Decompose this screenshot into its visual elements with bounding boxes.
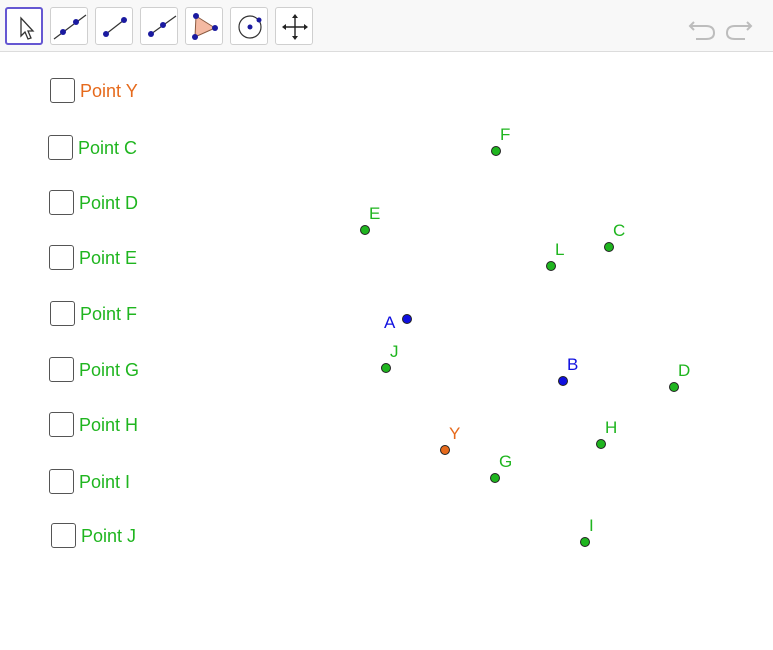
graphics-view[interactable] xyxy=(0,53,773,650)
segment-icon xyxy=(103,17,127,37)
point-label: Y xyxy=(449,424,461,443)
point-label: G xyxy=(499,452,513,471)
move-graphics-view-icon xyxy=(282,14,308,40)
point-label: I xyxy=(589,516,594,535)
line-through-points-icon xyxy=(53,14,87,40)
point-marker[interactable] xyxy=(669,382,679,392)
point-marker[interactable] xyxy=(491,146,501,156)
redo-button[interactable] xyxy=(721,12,755,42)
tool-move[interactable] xyxy=(5,7,43,45)
tool-move-graphics-view[interactable] xyxy=(275,7,313,45)
tool-polygon[interactable] xyxy=(185,7,223,45)
point-label: E xyxy=(369,204,381,223)
point-label: C xyxy=(613,221,626,240)
point-marker[interactable] xyxy=(558,376,568,386)
point-marker[interactable] xyxy=(402,314,412,324)
ray-icon xyxy=(148,15,177,37)
undo-icon xyxy=(688,21,716,40)
toolbar xyxy=(0,0,773,52)
point-marker[interactable] xyxy=(604,242,614,252)
point-label: F xyxy=(500,125,511,144)
polygon-icon xyxy=(192,13,218,40)
point-label: H xyxy=(605,418,618,437)
point-label: J xyxy=(390,342,399,361)
point-label: D xyxy=(678,361,691,380)
point-label: L xyxy=(555,240,565,259)
point-marker[interactable] xyxy=(381,363,391,373)
point-marker[interactable] xyxy=(440,445,450,455)
circle-center-point-icon xyxy=(238,15,262,39)
point-marker[interactable] xyxy=(360,225,370,235)
tool-circle[interactable] xyxy=(230,7,268,45)
point-marker[interactable] xyxy=(490,473,500,483)
point-marker[interactable] xyxy=(580,537,590,547)
arrow-pointer-icon xyxy=(20,16,35,40)
point-marker[interactable] xyxy=(546,261,556,271)
point-label: B xyxy=(567,355,579,374)
redo-icon xyxy=(725,21,753,40)
tool-ray[interactable] xyxy=(140,7,178,45)
point-label: A xyxy=(384,313,396,332)
tool-line[interactable] xyxy=(50,7,88,45)
point-marker[interactable] xyxy=(596,439,606,449)
tool-segment[interactable] xyxy=(95,7,133,45)
undo-button[interactable] xyxy=(686,12,720,42)
